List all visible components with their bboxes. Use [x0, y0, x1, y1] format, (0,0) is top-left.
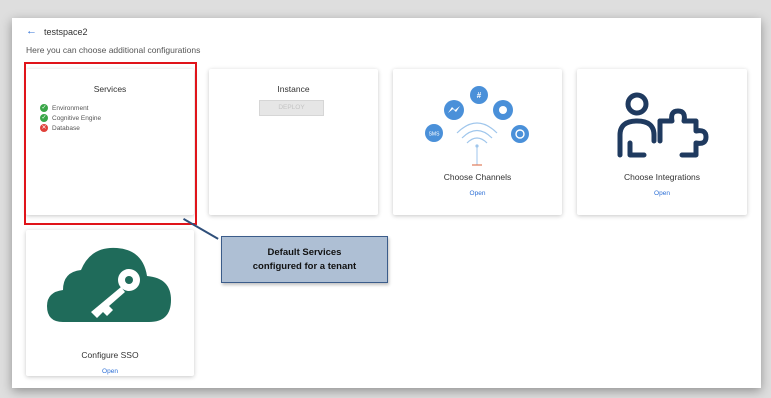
sso-card-title: Configure SSO — [81, 350, 139, 360]
services-card-title: Services — [93, 84, 127, 94]
instance-card: Instance DEPLOY — [209, 69, 378, 215]
integrations-open-link[interactable]: Open — [577, 190, 747, 197]
service-item-cognitive-engine: ✓ Cognitive Engine — [40, 113, 101, 123]
check-circle-icon: ✓ — [40, 104, 48, 112]
channels-card[interactable]: SMS # Choose Channels Open — [393, 69, 562, 215]
service-item-environment: ✓ Environment — [40, 103, 101, 113]
service-label: Database — [52, 124, 80, 132]
annotation-callout: Default Services configured for a tenant — [221, 236, 388, 283]
channels-open-link[interactable]: Open — [393, 190, 562, 197]
arrow-left-icon[interactable]: ← — [26, 26, 37, 37]
services-list: ✓ Environment ✓ Cognitive Engine ✕ Datab… — [40, 103, 101, 133]
service-label: Cognitive Engine — [52, 114, 102, 122]
callout-line-1: Default Services — [267, 246, 342, 258]
callout-line-2: configured for a tenant — [252, 260, 357, 272]
cloud-key-icon — [47, 247, 171, 322]
page-title: testspace2 — [44, 26, 88, 37]
integrations-card-title: Choose Integrations — [623, 172, 701, 182]
service-label: Environment — [52, 104, 89, 112]
deploy-button[interactable]: DEPLOY — [259, 100, 324, 116]
page-header: ← testspace2 — [26, 26, 88, 37]
svg-text:SMS: SMS — [429, 132, 441, 138]
channels-card-title: Choose Channels — [443, 172, 512, 182]
check-circle-icon: ✓ — [40, 114, 48, 122]
svg-text:#: # — [477, 91, 482, 100]
error-circle-icon: ✕ — [40, 124, 48, 132]
services-card: Services ✓ Environment ✓ Cognitive Engin… — [26, 69, 194, 215]
channels-icon: SMS # — [425, 86, 529, 166]
sso-open-link[interactable]: Open — [26, 368, 194, 375]
service-item-database: ✕ Database — [40, 123, 101, 133]
page-subtitle: Here you can choose additional configura… — [26, 45, 201, 55]
integrations-card[interactable]: Choose Integrations Open — [577, 69, 747, 215]
app-window: ← testspace2 Here you can choose additio… — [12, 18, 761, 388]
instance-card-title: Instance — [277, 84, 310, 94]
puzzle-person-icon — [617, 92, 709, 158]
sso-card[interactable]: Configure SSO Open — [26, 230, 194, 376]
